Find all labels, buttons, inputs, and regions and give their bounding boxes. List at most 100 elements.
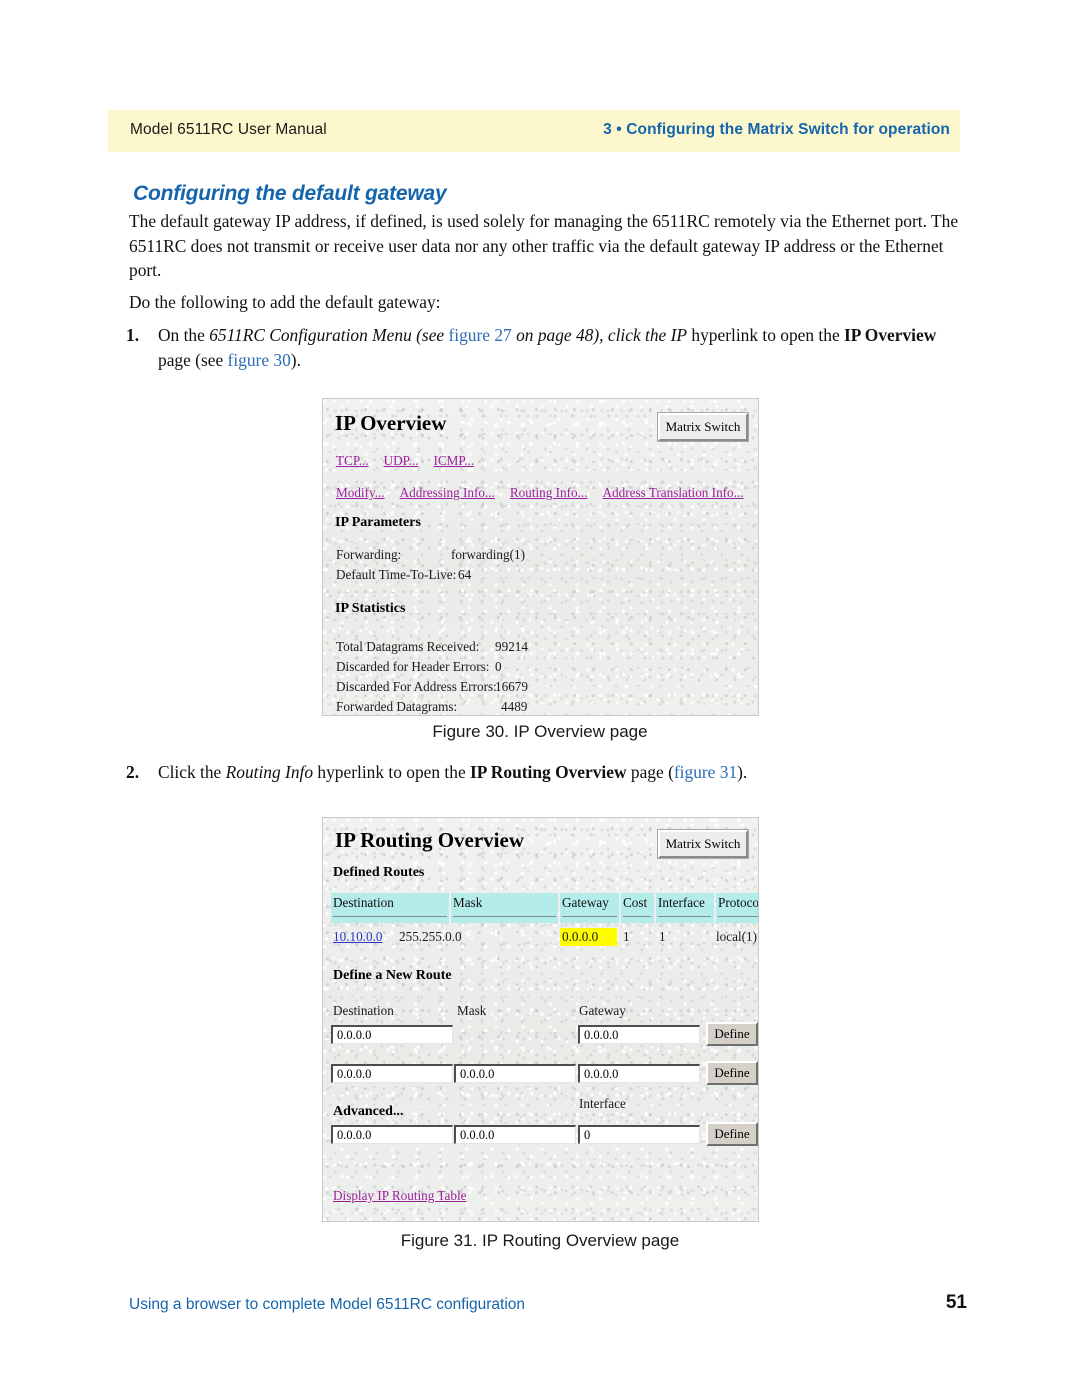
running-header-band: Model 6511RC User Manual 3 • Configuring… xyxy=(108,110,960,152)
matrix-switch-button[interactable]: Matrix Switch xyxy=(657,412,749,442)
figure-31-screenshot: IP Routing Overview Matrix Switch Define… xyxy=(322,817,759,1222)
advanced-label[interactable]: Advanced... xyxy=(333,1104,403,1120)
display-routing-table-link-wrap: Display IP Routing Table xyxy=(333,1187,467,1205)
modify-link[interactable]: Modify... xyxy=(336,485,385,500)
new-route-row2-gateway-input[interactable]: 0.0.0.0 xyxy=(578,1064,700,1083)
column-header-protocol: Protocol xyxy=(718,895,759,910)
udp-link[interactable]: UDP... xyxy=(384,453,419,468)
display-ip-routing-table-link[interactable]: Display IP Routing Table xyxy=(333,1188,467,1203)
new-route-row1-define-button[interactable]: Define xyxy=(706,1022,758,1046)
step-2-text-a: Click the xyxy=(158,762,226,782)
step-1-menu-name: 6511RC Configuration Menu xyxy=(209,325,412,345)
table-rule-gateway xyxy=(562,916,617,917)
step-2-text-b: hyperlink to open the xyxy=(313,762,471,782)
matrix-switch-button-routing[interactable]: Matrix Switch xyxy=(657,829,749,859)
new-route-row2-mask-input[interactable]: 0.0.0.0 xyxy=(454,1064,576,1083)
table-rule-interface xyxy=(658,916,711,917)
new-route-row2-destination-input[interactable]: 0.0.0.0 xyxy=(331,1064,453,1083)
step-1-number: 1. xyxy=(126,325,140,345)
discarded-header-errors-label: Discarded for Header Errors: xyxy=(336,659,490,674)
ip-overview-title: IP Overview xyxy=(335,411,447,435)
addressing-info-link[interactable]: Addressing Info... xyxy=(400,485,495,500)
step-2-number: 2. xyxy=(126,762,140,782)
define-new-route-heading: Define a New Route xyxy=(333,968,452,983)
icmp-link[interactable]: ICMP... xyxy=(433,453,474,468)
step-1: 1. On the 6511RC Configuration Menu (see… xyxy=(126,323,971,373)
step-1-text-d: hyperlink to open the xyxy=(687,325,845,345)
table-rule-mask xyxy=(453,916,556,917)
step-2-text-d: ). xyxy=(737,762,748,782)
total-datagrams-value: 99214 xyxy=(495,639,528,654)
step-1-page-name: IP Overview xyxy=(844,325,937,345)
step-2-xref-figure-31[interactable]: figure 31 xyxy=(674,762,737,782)
column-header-mask: Mask xyxy=(453,895,483,910)
forwarded-datagrams-label: Forwarded Datagrams: xyxy=(336,699,458,714)
total-datagrams-label: Total Datagrams Received: xyxy=(336,639,480,654)
step-1-text-f: ). xyxy=(290,350,301,370)
route-interface-value: 1 xyxy=(659,929,666,944)
tcp-link[interactable]: TCP... xyxy=(336,453,369,468)
defined-routes-heading: Defined Routes xyxy=(333,865,425,880)
lead-in-paragraph: Do the following to add the default gate… xyxy=(129,292,441,312)
forwarding-label: Forwarding: xyxy=(336,547,402,562)
step-1-xref-figure-30[interactable]: figure 30 xyxy=(228,350,291,370)
form-label-interface: Interface xyxy=(579,1096,626,1111)
table-rule-protocol xyxy=(718,916,758,917)
page-title: Configuring the default gateway xyxy=(133,182,447,205)
default-ttl-value: 64 xyxy=(458,567,472,582)
advanced-row-destination-input[interactable]: 0.0.0.0 xyxy=(331,1125,453,1144)
step-1-text-c: on page 48), click the xyxy=(511,325,671,345)
step-1-text-e: page (see xyxy=(158,350,228,370)
new-route-row1-destination-input[interactable]: 0.0.0.0 xyxy=(331,1025,453,1044)
header-manual-title: Model 6511RC User Manual xyxy=(130,121,327,138)
figure-31-caption: Figure 31. IP Routing Overview page xyxy=(400,1231,680,1250)
intro-paragraph: The default gateway IP address, if defin… xyxy=(129,211,959,280)
new-route-row1-gateway-input[interactable]: 0.0.0.0 xyxy=(578,1025,700,1044)
step-1-link-name: IP xyxy=(670,325,688,345)
footer-page-number: 51 xyxy=(945,1292,967,1313)
column-header-gateway: Gateway xyxy=(562,895,609,910)
header-chapter-title: 3 • Configuring the Matrix Switch for op… xyxy=(603,121,950,138)
form-label-destination: Destination xyxy=(333,1003,394,1018)
column-header-cost: Cost xyxy=(623,895,648,910)
route-cost-value: 1 xyxy=(623,929,630,944)
form-label-gateway: Gateway xyxy=(579,1003,626,1018)
route-gateway-value: 0.0.0.0 xyxy=(562,929,599,944)
column-header-interface: Interface xyxy=(658,895,705,910)
route-mask-value: 255.255.0.0 xyxy=(399,929,462,944)
footer-running-text: Using a browser to complete Model 6511RC… xyxy=(129,1296,526,1313)
table-row: 10.10.0.0 xyxy=(333,929,382,945)
new-route-row2-define-button[interactable]: Define xyxy=(706,1061,758,1085)
discarded-address-errors-value: 16679 xyxy=(495,679,528,694)
form-label-mask: Mask xyxy=(457,1003,487,1018)
ip-parameters-heading: IP Parameters xyxy=(335,515,421,530)
figure-30-caption: Figure 30. IP Overview page xyxy=(432,722,648,741)
ip-routing-overview-title: IP Routing Overview xyxy=(335,828,524,852)
step-1-text-b: (see xyxy=(411,325,449,345)
advanced-row-mask-input[interactable]: 0.0.0.0 xyxy=(454,1125,576,1144)
routing-info-link[interactable]: Routing Info... xyxy=(510,485,588,500)
forwarding-value: forwarding(1) xyxy=(451,547,525,562)
protocol-links-row: TCP... UDP... ICMP... xyxy=(336,452,474,470)
column-header-destination: Destination xyxy=(333,895,394,910)
step-2-page-name: IP Routing Overview xyxy=(470,762,627,782)
default-ttl-label: Default Time-To-Live: xyxy=(336,567,457,582)
step-1-xref-figure-27[interactable]: figure 27 xyxy=(448,325,511,345)
table-rule-destination xyxy=(333,916,447,917)
step-2-link-name: Routing Info xyxy=(225,762,314,782)
advanced-row-define-button[interactable]: Define xyxy=(706,1122,758,1146)
advanced-row-interface-input[interactable]: 0 xyxy=(578,1125,700,1144)
action-links-row: Modify... Addressing Info... Routing Inf… xyxy=(336,484,744,502)
step-2: 2. Click the Routing Info hyperlink to o… xyxy=(126,760,971,785)
figure-30-screenshot: IP Overview Matrix Switch TCP... UDP... … xyxy=(322,398,759,716)
discarded-address-errors-label: Discarded For Address Errors: xyxy=(336,679,497,694)
ip-statistics-heading: IP Statistics xyxy=(335,601,406,616)
route-protocol-value: local(1) xyxy=(716,929,758,944)
table-rule-cost xyxy=(623,916,651,917)
address-translation-info-link[interactable]: Address Translation Info... xyxy=(603,485,744,500)
route-destination-link[interactable]: 10.10.0.0 xyxy=(333,929,382,944)
discarded-header-errors-value: 0 xyxy=(495,659,502,674)
step-1-text-a: On the xyxy=(158,325,210,345)
forwarded-datagrams-value: 4489 xyxy=(501,699,528,714)
step-2-text-c: page ( xyxy=(626,762,674,782)
